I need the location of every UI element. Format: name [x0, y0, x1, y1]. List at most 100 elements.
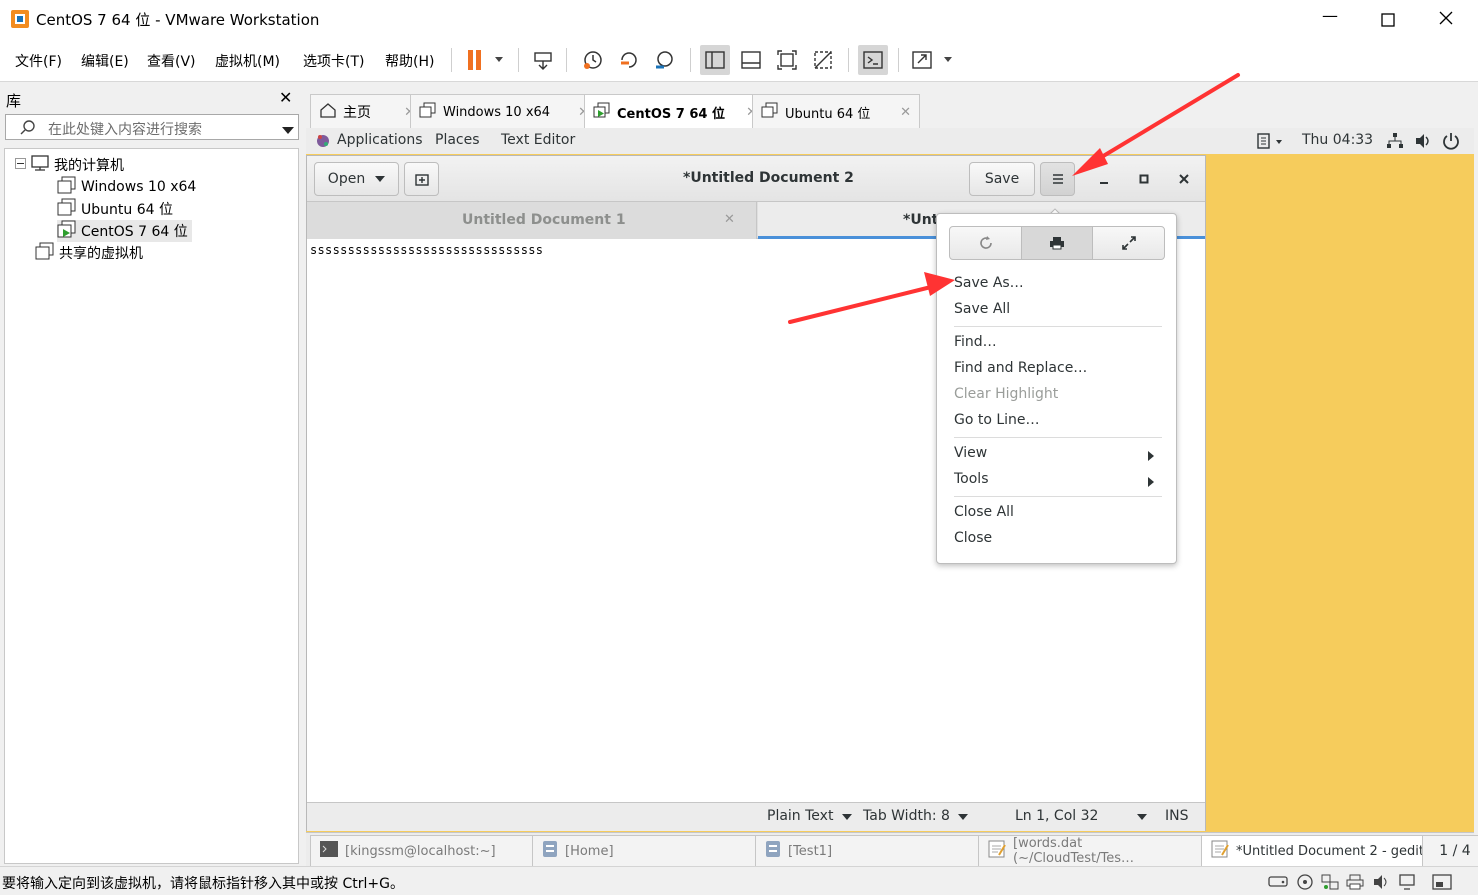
task-label: [Home] [565, 843, 614, 859]
maximize-gedit-button[interactable] [1131, 166, 1157, 192]
menu-item-save-all[interactable]: Save All [954, 301, 1010, 317]
network-send-icon [534, 52, 552, 70]
save-label: Save [984, 171, 1020, 187]
reload-button[interactable] [950, 227, 1022, 259]
tree-label: 我的计算机 [54, 158, 124, 174]
hamburger-icon [1052, 174, 1063, 184]
volume-icon[interactable] [1414, 132, 1432, 154]
unity-icon [814, 51, 832, 69]
tab-centos[interactable]: CentOS 7 64 位 ✕ [584, 94, 766, 129]
menu-item-clear-highlight: Clear Highlight [954, 386, 1059, 402]
search-input[interactable]: 在此处键入内容进行搜索 [48, 119, 202, 139]
reload-icon [979, 236, 992, 249]
snapshot-manager-icon [656, 51, 673, 69]
menu-vm[interactable]: 虚拟机(M) [215, 51, 280, 71]
fullscreen-status-icon[interactable] [1432, 873, 1452, 895]
open-label: Open [327, 171, 366, 187]
tab-windows[interactable]: Windows 10 x64 ✕ [410, 94, 598, 129]
clock[interactable]: Thu 04:33 [1302, 132, 1373, 148]
tab-width-selector[interactable]: Tab Width: 8 [863, 808, 969, 824]
hard-disk-icon[interactable] [1268, 873, 1288, 893]
tree-item-shared-vms[interactable]: 共享的虚拟机 [35, 242, 143, 264]
minimize-gedit-button[interactable] [1091, 166, 1117, 192]
thumbnail-bar-button[interactable] [736, 45, 766, 75]
language-selector[interactable]: Plain Text [767, 808, 852, 824]
tree-item-vm-ubuntu[interactable]: Ubuntu 64 位 [57, 198, 173, 220]
network-adapter-icon[interactable] [1320, 873, 1340, 895]
menu-tabs[interactable]: 选项卡(T) [303, 51, 364, 71]
chevron-down-icon[interactable] [282, 123, 294, 139]
close-window-button[interactable] [1434, 6, 1458, 30]
tab-home[interactable]: 主页 ✕ [310, 94, 424, 129]
minimize-button[interactable]: — [1318, 6, 1342, 30]
menu-view[interactable]: 查看(V) [147, 51, 196, 71]
doc-tab-1[interactable]: Untitled Document 1 ✕ [307, 202, 757, 239]
menu-item-find-replace[interactable]: Find and Replace… [954, 360, 1087, 376]
workspace-switcher[interactable]: 1 / 4 [1422, 835, 1478, 867]
clipboard-icon[interactable] [1256, 132, 1286, 154]
tree-item-vm-centos[interactable]: CentOS 7 64 位 [57, 220, 192, 242]
insert-mode[interactable]: INS [1165, 808, 1189, 824]
snapshot-manager-button[interactable] [650, 45, 680, 75]
close-gedit-button[interactable] [1171, 166, 1197, 192]
cursor-position-selector[interactable]: Ln 1, Col 32 [1015, 808, 1147, 824]
library-title: 库 [6, 92, 22, 110]
sound-icon[interactable] [1372, 873, 1390, 895]
menu-file[interactable]: 文件(F) [15, 51, 62, 71]
file-manager-icon [541, 840, 559, 862]
hamburger-menu-button[interactable] [1040, 162, 1075, 196]
menu-help[interactable]: 帮助(H) [385, 51, 434, 71]
library-pane-icon [705, 51, 725, 69]
task-words-dat[interactable]: [words.dat (~/CloudTest/Tes… [978, 835, 1212, 867]
send-ctrl-alt-del-button[interactable] [528, 45, 558, 75]
printer-icon[interactable] [1346, 873, 1364, 895]
show-library-button[interactable] [700, 45, 730, 75]
menu-item-go-to-line[interactable]: Go to Line… [954, 412, 1040, 428]
menu-item-tools[interactable]: Tools [954, 471, 989, 487]
close-tab-icon[interactable]: ✕ [900, 105, 911, 120]
console-view-button[interactable] [858, 45, 888, 75]
menu-edit[interactable]: 编辑(E) [81, 51, 129, 71]
pause-icon [468, 50, 503, 70]
text-view[interactable]: sssssssssssssssssssssssssssssss [310, 243, 543, 257]
task-gedit[interactable]: *Untitled Document 2 - gedit [1201, 835, 1435, 867]
pause-vm-button[interactable] [460, 45, 508, 75]
stretch-guest-button[interactable] [908, 45, 956, 75]
fullscreen-button[interactable] [772, 45, 802, 75]
vm-tab-strip: 主页 ✕ Windows 10 x64 ✕ CentOS 7 64 位 ✕ Ub… [306, 84, 1474, 129]
task-terminal[interactable]: [kingssm@localhost:~] [310, 835, 544, 867]
save-button[interactable]: Save [969, 162, 1035, 196]
print-button[interactable] [1022, 227, 1093, 259]
menu-item-close[interactable]: Close [954, 530, 992, 546]
unity-mode-button[interactable] [808, 45, 838, 75]
snapshot-button[interactable] [578, 45, 608, 75]
collapse-icon[interactable] [15, 157, 26, 173]
menu-item-save-as[interactable]: Save As… [954, 275, 1024, 291]
cd-dvd-icon[interactable] [1296, 873, 1314, 895]
close-tab-icon[interactable]: ✕ [724, 212, 735, 227]
display-icon[interactable] [1398, 873, 1416, 895]
fullscreen-toggle-button[interactable] [1093, 227, 1165, 259]
task-home[interactable]: [Home] [532, 835, 766, 867]
power-icon[interactable] [1442, 132, 1460, 154]
menu-item-close-all[interactable]: Close All [954, 504, 1014, 520]
library-search[interactable]: 在此处键入内容进行搜索 [5, 114, 299, 140]
tree-item-vm-windows[interactable]: Windows 10 x64 [57, 176, 196, 198]
open-button[interactable]: Open [314, 162, 399, 196]
new-document-button[interactable] [404, 162, 439, 196]
applications-menu[interactable]: Applications [337, 132, 423, 148]
places-menu[interactable]: Places [435, 132, 480, 148]
network-icon[interactable] [1386, 132, 1404, 154]
revert-snapshot-button[interactable] [614, 45, 644, 75]
task-test1[interactable]: [Test1] [755, 835, 989, 867]
tab-ubuntu[interactable]: Ubuntu 64 位 ✕ [752, 94, 920, 129]
workspace-label: 1 / 4 [1439, 843, 1471, 859]
menu-item-find[interactable]: Find… [954, 334, 997, 350]
close-library-icon[interactable]: ✕ [279, 88, 292, 107]
status-message: 要将输入定向到该虚拟机，请将鼠标指针移入其中或按 Ctrl+G。 [2, 876, 404, 892]
maximize-button[interactable] [1376, 8, 1400, 32]
menu-item-view[interactable]: View [954, 445, 987, 461]
tree-label: Ubuntu 64 位 [81, 202, 173, 218]
tree-item-my-computer[interactable]: 我的计算机 [15, 154, 124, 176]
text-editor-menu[interactable]: Text Editor [501, 132, 575, 148]
